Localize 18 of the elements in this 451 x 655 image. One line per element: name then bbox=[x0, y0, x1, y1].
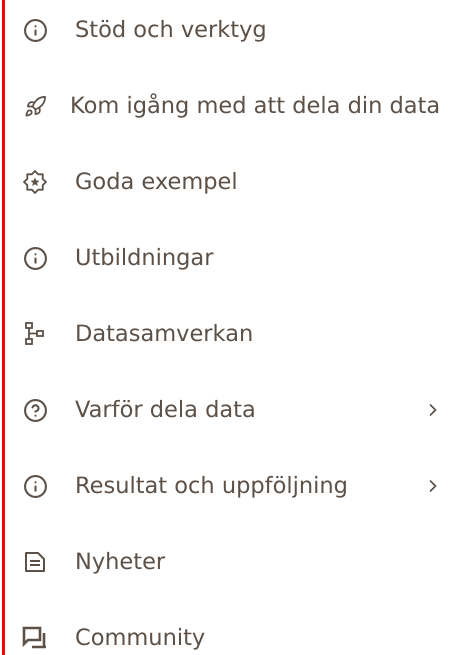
menu-item[interactable]: Varför dela data bbox=[5, 372, 451, 448]
menu-item[interactable]: Kom igång med att dela din data bbox=[5, 68, 451, 144]
info-icon bbox=[22, 246, 48, 270]
menu-item[interactable]: Community bbox=[5, 600, 451, 655]
menu-item[interactable]: Nyheter bbox=[5, 524, 451, 600]
menu-item[interactable]: Utbildningar bbox=[5, 220, 451, 296]
rocket-icon bbox=[24, 94, 46, 118]
chat-icon bbox=[22, 626, 48, 650]
help-icon bbox=[22, 398, 48, 422]
hierarchy-icon bbox=[25, 322, 45, 346]
info-icon bbox=[22, 18, 48, 42]
menu-item[interactable]: Stöd och verktyg bbox=[5, 0, 451, 68]
menu-item[interactable]: Goda exempel bbox=[5, 144, 451, 220]
menu-item[interactable]: Resultat och uppföljning bbox=[5, 448, 451, 524]
info-icon bbox=[22, 474, 48, 498]
document-icon bbox=[24, 551, 46, 573]
menu-item[interactable]: Datasamverkan bbox=[5, 296, 451, 372]
star-badge-icon bbox=[23, 170, 47, 194]
